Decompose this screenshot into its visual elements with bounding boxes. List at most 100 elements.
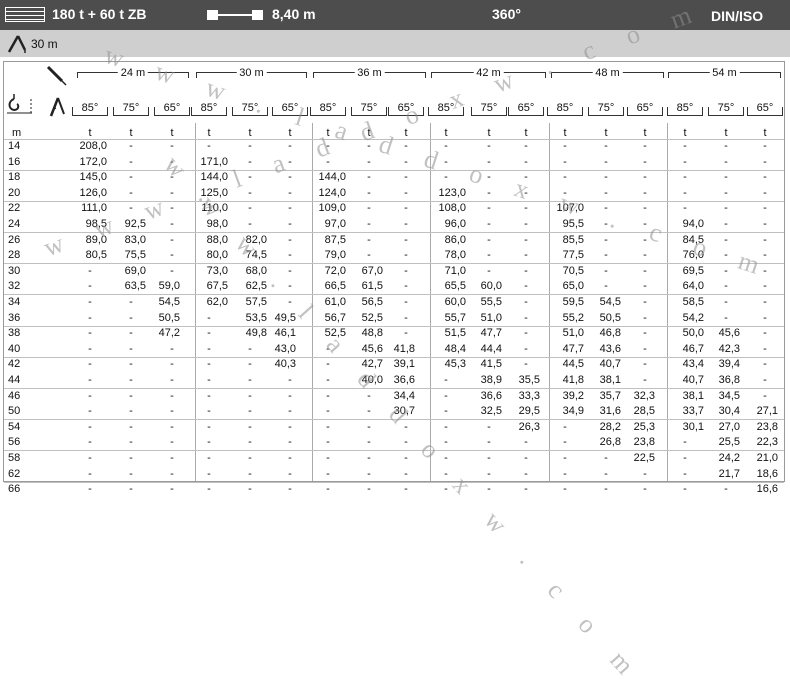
- load-cell: 52,5: [361, 311, 383, 324]
- load-cell: -: [404, 202, 408, 215]
- load-cell: -: [367, 233, 371, 246]
- load-cell: 79,0: [324, 249, 346, 262]
- load-cell: 40,3: [274, 358, 296, 371]
- load-cell: -: [763, 296, 767, 308]
- load-cell: -: [248, 420, 252, 433]
- load-cell: -: [604, 233, 608, 246]
- load-cell: -: [170, 452, 174, 464]
- load-cell: 34,5: [718, 389, 740, 402]
- load-cell: 45,3: [444, 358, 466, 371]
- load-cell: 74,5: [245, 249, 267, 262]
- load-cell: -: [444, 420, 448, 433]
- load-cell: -: [524, 218, 528, 230]
- load-cell: 46,7: [682, 342, 704, 355]
- load-cell: -: [88, 420, 92, 433]
- load-cell: 33,3: [518, 389, 540, 402]
- load-cell: -: [129, 467, 133, 480]
- load-cell: -: [683, 140, 687, 152]
- load-cell: -: [524, 311, 528, 324]
- load-cell: 21,0: [756, 452, 778, 464]
- load-cell: 61,5: [361, 280, 383, 293]
- load-cell: 96,0: [444, 218, 466, 230]
- load-cell: -: [288, 280, 292, 293]
- load-cell: -: [724, 218, 728, 230]
- load-unit: t: [404, 127, 408, 139]
- load-cell: 50,5: [158, 311, 180, 324]
- load-cell: -: [683, 186, 687, 199]
- load-cell: -: [604, 140, 608, 152]
- load-cell: -: [207, 374, 211, 386]
- load-cell: 28,5: [633, 405, 655, 418]
- load-cell: -: [367, 467, 371, 480]
- load-cell: -: [326, 452, 330, 464]
- load-cell: -: [129, 140, 133, 152]
- load-cell: -: [524, 249, 528, 262]
- load-cell: -: [288, 218, 292, 230]
- load-cell: -: [563, 420, 567, 433]
- length-label: 54 m: [709, 66, 740, 80]
- load-cell: -: [487, 140, 491, 152]
- load-cell: -: [129, 296, 133, 308]
- radius-value: 54: [8, 420, 21, 433]
- radius-value: 42: [8, 358, 21, 371]
- radius-value: 38: [8, 327, 21, 340]
- load-cell: 80,0: [206, 249, 228, 262]
- load-cell: 36,6: [480, 389, 502, 402]
- radius-value: 30: [8, 264, 21, 277]
- angle-label: 65°: [634, 101, 656, 115]
- load-cell: 59,5: [562, 296, 584, 308]
- group-divider: [430, 123, 431, 481]
- load-cell: -: [88, 296, 92, 308]
- angle-label: 65°: [515, 101, 537, 115]
- load-cell: -: [88, 405, 92, 418]
- standard-label: DIN/ISO: [711, 8, 764, 24]
- load-cell: 47,2: [158, 327, 180, 340]
- load-cell: 52,5: [324, 327, 346, 340]
- load-unit: t: [88, 127, 92, 139]
- load-cell: 111,0: [81, 202, 107, 215]
- load-cell: 63,5: [124, 280, 146, 293]
- row-divider: [4, 169, 784, 171]
- load-cell: -: [724, 249, 728, 262]
- load-cell: 43,6: [599, 342, 621, 355]
- load-cell: 22,5: [633, 452, 655, 464]
- row-divider: [4, 263, 784, 265]
- load-cell: -: [367, 420, 371, 433]
- load-cell: 67,0: [361, 264, 383, 277]
- angle-label: 85°: [79, 101, 101, 115]
- load-cell: -: [88, 467, 92, 480]
- load-cell: 94,0: [682, 218, 704, 230]
- load-cell: -: [404, 140, 408, 152]
- load-cell: 145,0: [79, 171, 107, 184]
- load-cell: 18,6: [756, 467, 778, 480]
- load-chart-page: 180 t + 60 t ZB 8,40 m 360° DIN/ISO 30 m…: [0, 0, 790, 690]
- load-cell: 48,4: [444, 342, 466, 355]
- load-cell: -: [404, 264, 408, 277]
- load-cell: -: [763, 280, 767, 293]
- load-cell: 55,7: [444, 311, 466, 324]
- load-cell: -: [129, 374, 133, 386]
- load-cell: -: [643, 358, 647, 371]
- load-cell: -: [487, 436, 491, 449]
- row-divider: [4, 232, 784, 233]
- load-unit: t: [683, 127, 687, 139]
- load-cell: -: [88, 327, 92, 340]
- load-cell: 85,5: [562, 233, 584, 246]
- load-cell: -: [207, 358, 211, 371]
- load-cell: -: [524, 186, 528, 199]
- load-cell: -: [288, 186, 292, 199]
- load-cell: -: [88, 342, 92, 355]
- load-cell: 44,4: [480, 342, 502, 355]
- load-cell: -: [170, 483, 174, 496]
- radius-value: 28: [8, 249, 21, 262]
- load-cell: -: [724, 483, 728, 496]
- load-cell: -: [724, 264, 728, 277]
- load-cell: 32,3: [633, 389, 655, 402]
- load-cell: -: [367, 483, 371, 496]
- load-cell: -: [487, 483, 491, 496]
- load-cell: -: [763, 342, 767, 355]
- load-cell: 45,6: [361, 342, 383, 355]
- radius-value: 18: [8, 171, 21, 184]
- load-cell: 26,8: [599, 436, 621, 449]
- angle-label: 85°: [554, 101, 576, 115]
